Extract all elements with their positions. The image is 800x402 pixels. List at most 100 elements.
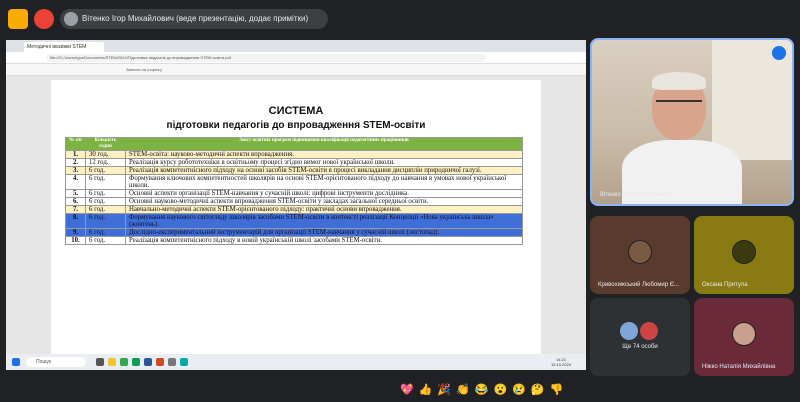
windows-start-icon[interactable] — [12, 358, 20, 366]
taskbar-search[interactable]: Пошук — [26, 357, 86, 367]
table-row: 9. 6 год. Дослідно-експериментальний інстр… — [65, 228, 523, 237]
reaction-button[interactable]: 🎉 — [437, 380, 451, 400]
url-field[interactable]: file:///C:/Users/Igor/Documents/STEM/202… — [46, 54, 486, 62]
row-hours: 12 год. — [85, 158, 126, 167]
video-tile[interactable]: Оксана Притула — [694, 216, 794, 294]
row-number: 9. — [65, 228, 86, 237]
glasses — [656, 100, 702, 106]
video-tile[interactable]: Ніжко Наталія Михайлівна — [694, 298, 794, 376]
table-row: 5. 6 год. Основні аспекти організації STEM… — [65, 189, 523, 198]
more-participants-count: Ще 74 особи — [622, 344, 658, 350]
pdf-toolbar: Змінить на сторінці — [6, 64, 586, 76]
participant-name: Оксана Притула — [702, 282, 748, 288]
windows-taskbar: Пошук 14:21 15.10.2024 — [6, 354, 586, 370]
word-icon[interactable] — [144, 358, 152, 366]
pdf-viewer[interactable]: СИСТЕМА підготовки педагогів до впровадж… — [6, 76, 586, 354]
page-subtitle: підготовки педагогів до впровадження STE… — [166, 120, 426, 131]
page-title: СИСТЕМА — [268, 105, 324, 117]
row-hours: 6 год. — [85, 197, 126, 206]
table-row: 8. 6 год. Формування наукового світогляду … — [65, 213, 523, 229]
row-hours: 30 год. — [85, 150, 126, 159]
row-content: Основні аспекти організації STEM-навчанн… — [125, 189, 523, 198]
pdf-toolbar-label[interactable]: Змінить на сторінці — [126, 67, 162, 72]
avatar — [732, 240, 756, 264]
person-hair — [652, 72, 706, 90]
participant-name: Ніжко Наталія Михайлівна — [702, 364, 776, 370]
table-row: 1. 30 год. STEM-освіта: науково-методичні … — [65, 150, 523, 159]
row-number: 8. — [65, 213, 86, 229]
video-tile[interactable]: Кривохижський Любомир Є... — [590, 216, 690, 294]
avatar — [628, 240, 652, 264]
row-number: 10. — [65, 236, 86, 245]
stop-presenting-icon[interactable] — [34, 9, 54, 29]
col-hours: Кількість годин — [85, 137, 126, 151]
row-number: 7. — [65, 205, 86, 214]
reaction-button[interactable]: 💖 — [400, 380, 414, 400]
row-content: Дослідно-експериментальний інструментарі… — [125, 228, 523, 237]
row-hours: 6 год. — [85, 236, 126, 245]
avatar — [640, 322, 658, 340]
settings-icon[interactable] — [168, 358, 176, 366]
row-hours: 6 год. — [85, 189, 126, 198]
presenter-label: Вітенко Ігор Михайлович (веде презентаці… — [82, 14, 309, 23]
row-number: 4. — [65, 174, 86, 190]
browser-tab[interactable]: Методичні вказівки STEM — [24, 42, 104, 52]
reaction-button[interactable]: 🤔 — [531, 380, 545, 400]
row-content: Основні науково-методичні аспекти впрова… — [125, 197, 523, 206]
slides-icon[interactable] — [8, 9, 28, 29]
address-bar: file:///C:/Users/Igor/Documents/STEM/202… — [6, 52, 586, 64]
avatar — [732, 322, 756, 346]
reaction-button[interactable]: 😮 — [494, 380, 508, 400]
row-number: 3. — [65, 166, 86, 175]
row-hours: 6 год. — [85, 213, 126, 229]
powerpoint-icon[interactable] — [156, 358, 164, 366]
presenter-chip[interactable]: Вітенко Ігор Михайлович (веде презентаці… — [60, 9, 328, 29]
reaction-button[interactable]: 👎 — [550, 380, 564, 400]
row-number: 5. — [65, 189, 86, 198]
row-hours: 6 год. — [85, 174, 126, 190]
table-row: 6. 6 год. Основні науково-методичні аспект… — [65, 197, 523, 206]
col-num: № з/п — [65, 137, 86, 151]
reactions-bar: 💖 👍 🎉 👏 😂 😮 😢 🤔 👎 — [400, 380, 568, 400]
taskbar-clock[interactable]: 14:21 15.10.2024 — [551, 357, 571, 367]
programs-table: № з/п Кількість годин Зміст освітніх про… — [65, 137, 523, 245]
row-hours: 6 год. — [85, 228, 126, 237]
edge-icon[interactable] — [132, 358, 140, 366]
reaction-button[interactable]: 👏 — [456, 380, 470, 400]
col-content: Зміст освітніх програм підвищення кваліф… — [125, 137, 523, 151]
chrome-icon[interactable] — [120, 358, 128, 366]
reaction-button[interactable]: 😢 — [512, 380, 526, 400]
speaking-indicator-icon — [772, 46, 786, 60]
table-row: 7. 6 год. Навчально-методичні аспекти STEM… — [65, 205, 523, 214]
task-view-icon[interactable] — [96, 358, 104, 366]
row-number: 6. — [65, 197, 86, 206]
reaction-button[interactable]: 😂 — [475, 380, 489, 400]
avatar — [64, 12, 78, 26]
table-row: 10. 6 год. Реалізація компетентнісного під… — [65, 236, 523, 245]
table-row: 2. 12 год. Реалізація курсу робототехніки … — [65, 158, 523, 167]
reaction-button[interactable]: 👍 — [419, 380, 433, 400]
row-number: 2. — [65, 158, 86, 167]
participant-name: Вітенко Ігор Михайлович — [600, 192, 669, 198]
clock-date: 15.10.2024 — [551, 362, 572, 367]
row-content: Реалізація компетентнісного підходу в но… — [125, 236, 523, 245]
row-content: Формування ключових компетентностей школ… — [125, 174, 523, 190]
avatar — [620, 322, 638, 340]
row-content: STEM-освіта: науково-методичні аспекти в… — [125, 150, 523, 159]
browser-tab-strip: Методичні вказівки STEM — [6, 40, 586, 52]
explorer-icon[interactable] — [108, 358, 116, 366]
shared-screen: Методичні вказівки STEM file:///C:/Users… — [6, 40, 586, 370]
row-content: Реалізація компетентнісного підходу на о… — [125, 166, 523, 175]
table-row: 3. 6 год. Реалізація компетентнісного підх… — [65, 166, 523, 175]
table-row: 4. 6 год. Формування ключових компетентнос… — [65, 174, 523, 190]
more-participants-tile[interactable]: Ще 74 особи — [590, 298, 690, 376]
row-hours: 6 год. — [85, 166, 126, 175]
meet-top-bar: Вітенко Ігор Михайлович (веде презентаці… — [0, 0, 800, 38]
row-hours: 6 год. — [85, 205, 126, 214]
photos-icon[interactable] — [180, 358, 188, 366]
row-content: Формування наукового світогляду школярів… — [125, 213, 523, 229]
video-tile-presenter[interactable]: Вітенко Ігор Михайлович — [590, 38, 794, 206]
participant-name: Кривохижський Любомир Є... — [598, 282, 680, 288]
row-number: 1. — [65, 150, 86, 159]
row-content: Реалізація курсу робототехніки в освітнь… — [125, 158, 523, 167]
